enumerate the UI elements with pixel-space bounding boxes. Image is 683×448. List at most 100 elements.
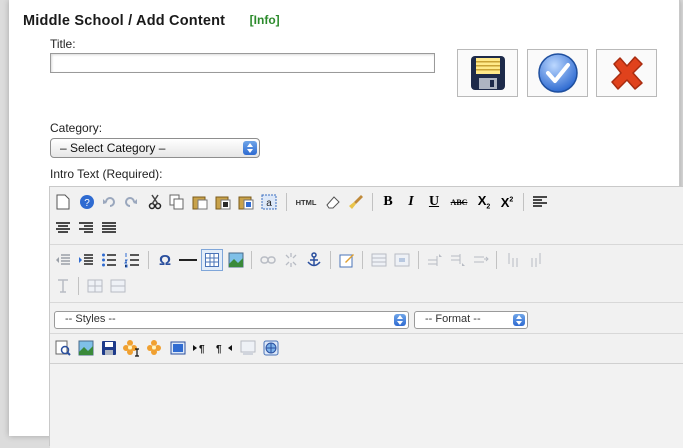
help-button[interactable]: ? [76,191,98,213]
format-select[interactable]: -- Format -- [414,311,528,329]
paste-word-button[interactable] [235,191,257,213]
undo-button[interactable] [98,191,120,213]
flower-icon [147,340,161,355]
delete-row-icon [474,256,489,263]
apply-button[interactable] [527,49,588,97]
outdent-icon [56,254,70,265]
toolbar-separator [496,251,497,269]
toolbar-divider [50,302,683,303]
indent-button[interactable] [75,249,97,271]
paste-text-icon [215,196,231,210]
insert-image-placeholder-button[interactable] [237,337,259,359]
html-source-button[interactable]: HTML [291,191,321,213]
svg-text:a: a [266,198,272,209]
paste-text-button[interactable] [212,191,234,213]
title-label: Title: [50,37,76,51]
subscript-label: X2 [478,193,491,211]
anchor-button[interactable] [303,249,325,271]
redo-button[interactable] [120,191,142,213]
redo-icon [125,197,137,207]
unlink-button[interactable] [280,249,302,271]
cut-button[interactable] [144,191,166,213]
new-document-button[interactable] [52,191,74,213]
numbered-list-icon [124,253,139,268]
bullet-list-button[interactable] [98,249,120,271]
edit-attributes-button[interactable] [336,249,358,271]
toolbar-separator [330,251,331,269]
format-selected: -- Format -- [425,313,481,325]
special-char-button[interactable]: Ω [154,249,176,271]
strikethrough-button[interactable]: ABC [446,191,472,213]
image-button[interactable] [225,249,247,271]
insert-layer-button[interactable] [167,337,189,359]
table-button[interactable] [201,249,223,271]
merge-cells-button[interactable] [107,275,129,297]
preview-button[interactable] [52,337,74,359]
info-link[interactable]: [Info] [250,13,280,27]
flower-text-icon [123,340,139,357]
insert-row-after-button[interactable] [447,249,469,271]
underline-button[interactable]: U [423,191,445,213]
insert-row-before-button[interactable] [424,249,446,271]
align-center-button[interactable] [52,217,74,239]
category-selected: – Select Category – [60,141,166,155]
rtl-button[interactable]: ¶ [213,337,235,359]
save-button[interactable] [457,49,518,97]
numbered-list-button[interactable] [121,249,143,271]
link-button[interactable] [257,249,279,271]
text-rtl-icon: ¶ [216,344,232,355]
split-cells-button[interactable] [84,275,106,297]
superscript-label: X2 [501,195,514,210]
insert-col-before-button[interactable] [502,249,524,271]
delete-row-button[interactable] [470,249,492,271]
svg-text:?: ? [84,198,90,209]
align-right-icon [79,222,93,233]
cancel-button[interactable] [596,49,657,97]
save-document-button[interactable] [98,337,120,359]
anchor-icon [307,252,321,267]
image-icon [228,252,244,268]
clean-button[interactable] [322,191,344,213]
toolbar-divider [50,244,683,245]
align-center-icon [56,222,70,233]
cleanup-brush-button[interactable] [345,191,367,213]
toolbar-divider [50,333,683,334]
insert-text-flower-button[interactable] [121,337,143,359]
layer-icon [170,341,186,355]
superscript-button[interactable]: X2 [496,191,518,213]
styles-select[interactable]: -- Styles -- [54,311,409,329]
help-icon: ? [80,195,94,209]
toolbar-separator [362,251,363,269]
align-right-button[interactable] [75,217,97,239]
outdent-button[interactable] [52,249,74,271]
paste-button[interactable] [189,191,211,213]
insert-media-button[interactable] [75,337,97,359]
justify-icon [102,222,116,233]
scissors-icon [148,194,162,210]
justify-button[interactable] [98,217,120,239]
globe-icon [263,340,279,356]
insert-flower-button[interactable] [144,337,166,359]
strikethrough-label: ABC [450,197,468,207]
title-input[interactable] [50,53,435,73]
insert-col-after-button[interactable] [525,249,547,271]
table-row-props-button[interactable] [368,249,390,271]
category-select[interactable]: – Select Category – [50,138,260,158]
select-all-button[interactable]: a [258,191,280,213]
editor-content-area[interactable] [50,363,683,448]
table-icon [205,253,219,267]
delete-col-button[interactable] [52,275,74,297]
italic-button[interactable]: I [400,191,422,213]
align-left-button[interactable] [529,191,551,213]
web-link-button[interactable] [260,337,282,359]
toolbar-separator [372,193,373,211]
toolbar-separator [418,251,419,269]
bold-button[interactable]: B [377,191,399,213]
ltr-button[interactable]: ¶ [190,337,212,359]
horizontal-rule-button[interactable] [177,249,199,271]
copy-button[interactable] [166,191,188,213]
new-document-icon [56,194,70,210]
subscript-button[interactable]: X2 [473,191,495,213]
subscript-mark: 2 [486,203,491,211]
table-cell-props-button[interactable] [391,249,413,271]
